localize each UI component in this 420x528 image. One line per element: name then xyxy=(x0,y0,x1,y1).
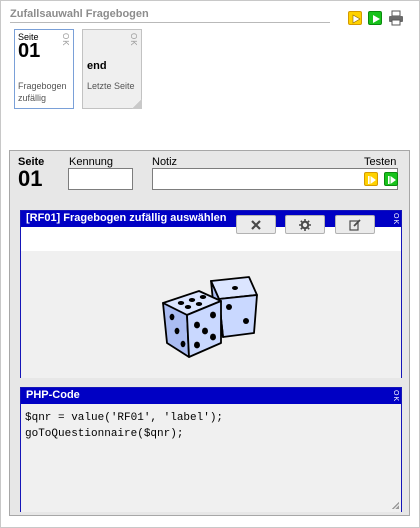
php-ok-marker: OK xyxy=(392,390,399,403)
run-questionnaire-button[interactable] xyxy=(368,11,382,25)
edit-icon xyxy=(349,219,361,231)
page-card-description: Letzte Seite xyxy=(87,81,135,91)
step-play-icon xyxy=(368,176,376,184)
printer-icon xyxy=(389,10,403,26)
page-card-ok-marker: OK xyxy=(129,33,138,47)
page-card-01[interactable]: Seite 01 Fragebogen zufällig OK xyxy=(14,29,74,109)
page-card-description: Fragebogen zufällig xyxy=(18,81,67,103)
notiz-input[interactable] xyxy=(152,168,398,190)
question-box-rf01: [RF01] Fragebogen zufällig auswählen OK xyxy=(20,210,402,378)
page-fold-corner xyxy=(132,99,142,109)
close-icon xyxy=(251,220,261,230)
page-card-end[interactable]: end Letzte Seite OK xyxy=(82,29,142,109)
edit-question-button[interactable] xyxy=(335,215,375,234)
play-icon xyxy=(352,14,361,24)
testen-label: Testen xyxy=(364,156,397,168)
print-button[interactable] xyxy=(388,10,404,26)
title-divider xyxy=(10,22,330,23)
gear-icon xyxy=(299,219,311,231)
panel-page-number: 01 xyxy=(18,166,43,191)
kennung-input[interactable] xyxy=(68,168,133,190)
page-card-ok-marker: OK xyxy=(61,33,70,47)
question-preview-area xyxy=(21,251,401,378)
page-title: Zufallsauwahl Fragebogen xyxy=(10,8,149,20)
preview-page-button[interactable] xyxy=(348,11,362,25)
question-settings-button[interactable] xyxy=(285,215,325,234)
code-line: $qnr = value('RF01', 'label'); xyxy=(25,412,224,424)
remove-question-button[interactable] xyxy=(236,215,276,234)
code-line: goToQuestionnaire($qnr); xyxy=(25,428,184,440)
play-icon xyxy=(373,15,380,23)
dice-icon xyxy=(162,276,258,358)
resize-handle[interactable] xyxy=(390,500,399,509)
php-code-header[interactable]: PHP-Code xyxy=(21,388,401,404)
test-from-page-button[interactable] xyxy=(384,172,398,186)
page-card-code: end xyxy=(87,60,107,72)
test-page-button[interactable] xyxy=(364,172,378,186)
kennung-label: Kennung xyxy=(69,156,114,168)
notiz-label: Notiz xyxy=(152,156,178,168)
front-die xyxy=(162,290,222,358)
php-code-box: PHP-Code OK $qnr = value('RF01', 'label'… xyxy=(20,387,402,512)
page-card-number: 01 xyxy=(18,40,41,62)
php-code-editor[interactable]: $qnr = value('RF01', 'label'); goToQuest… xyxy=(21,404,401,512)
step-play-icon xyxy=(388,176,396,184)
question-ok-marker: OK xyxy=(392,213,399,226)
